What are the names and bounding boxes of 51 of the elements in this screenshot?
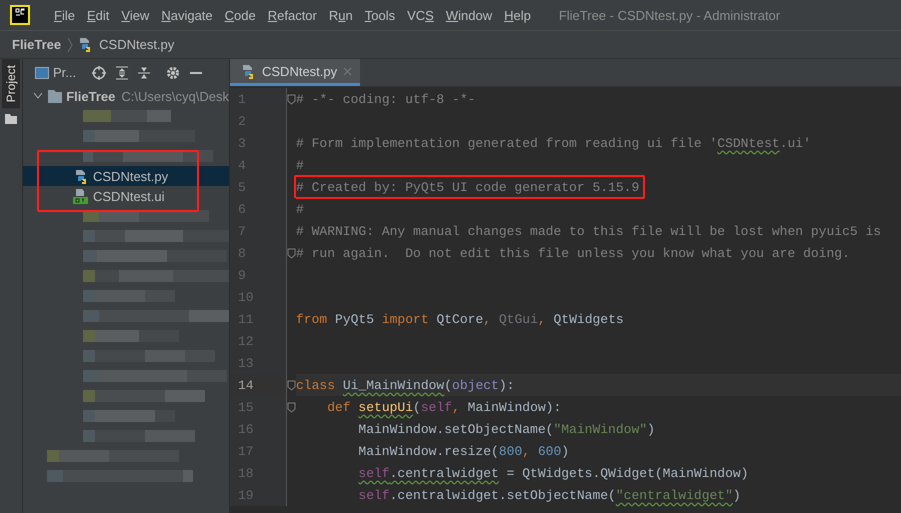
- collapse-all-icon[interactable]: [138, 66, 150, 80]
- menu-item[interactable]: Tools: [358, 8, 402, 22]
- project-tree-row[interactable]: CSDNtest.ui: [23, 186, 229, 206]
- menu-item[interactable]: Window: [440, 8, 498, 22]
- python-file-icon: [75, 168, 89, 184]
- menu-item[interactable]: Edit: [80, 8, 116, 22]
- folder-icon: [5, 114, 17, 124]
- menu-item[interactable]: Refactor: [262, 8, 323, 22]
- code-line: # run again. Do not edit this file unless you know what you are doing.: [295, 244, 851, 262]
- qt-file-icon: [73, 188, 89, 204]
- code-line: def setupUi(self, MainWindow):: [326, 398, 562, 416]
- code-line: # -*- coding: utf-8 -*-: [295, 90, 476, 108]
- fold-icon[interactable]: [287, 402, 296, 412]
- menu-item[interactable]: Help: [498, 8, 537, 22]
- menu-item[interactable]: Run: [322, 8, 359, 22]
- window-title: FlieTree - CSDNtest.py - Administrator: [558, 8, 780, 22]
- fold-icon[interactable]: [287, 380, 296, 390]
- menu-item[interactable]: Navigate: [155, 8, 219, 22]
- panel-title[interactable]: Pr...: [53, 65, 76, 80]
- python-file-icon: [242, 64, 256, 78]
- fold-icon[interactable]: [287, 248, 296, 258]
- project-tree-row[interactable]: CSDNtest.py: [23, 166, 229, 186]
- code-line: MainWindow.resize(800, 600): [357, 442, 570, 460]
- menu-item[interactable]: View: [115, 8, 156, 22]
- code-line: #: [295, 156, 305, 174]
- window-icon: [35, 66, 49, 78]
- line-number: 14: [238, 378, 254, 392]
- editor-tab[interactable]: CSDNtest.py: [230, 59, 360, 86]
- project-root[interactable]: FlieTree: [66, 88, 116, 104]
- breadcrumb-item[interactable]: FlieTree: [12, 37, 62, 52]
- settings-icon[interactable]: [166, 66, 180, 80]
- locate-icon[interactable]: [92, 66, 106, 80]
- project-path: C:\Users\cyq\Desk: [121, 88, 229, 104]
- code-line: self.centralwidget = QtWidgets.QWidget(MainWindow): [357, 464, 750, 482]
- menu-item[interactable]: VCS: [401, 8, 440, 22]
- code-line: MainWindow.setObjectName("MainWindow"): [357, 420, 656, 438]
- code-line: class Ui_MainWindow(object):: [295, 376, 516, 394]
- chevron-icon: [67, 36, 74, 52]
- menu-item[interactable]: File: [48, 8, 81, 22]
- code-line: #: [295, 200, 305, 218]
- code-line: from PyQt5 import QtCore, QtGui, QtWidgets: [295, 310, 625, 328]
- project-tool-tab[interactable]: Project: [2, 59, 20, 108]
- code-line: # WARNING: Any manual changes made to this file will be lost when pyuic5 is: [295, 222, 882, 240]
- code-line: self.centralwidget.setObjectName("centralwidget"): [357, 486, 742, 504]
- folder-icon: [48, 89, 62, 103]
- menu-item[interactable]: Code: [218, 8, 262, 22]
- expand-all-icon[interactable]: [116, 66, 128, 80]
- fold-icon[interactable]: [287, 94, 296, 104]
- code-line: # Form implementation generated from reading ui file 'CSDNtest.ui': [295, 134, 812, 152]
- breadcrumb-item[interactable]: CSDNtest.py: [99, 37, 174, 52]
- app-logo-icon: [10, 5, 30, 25]
